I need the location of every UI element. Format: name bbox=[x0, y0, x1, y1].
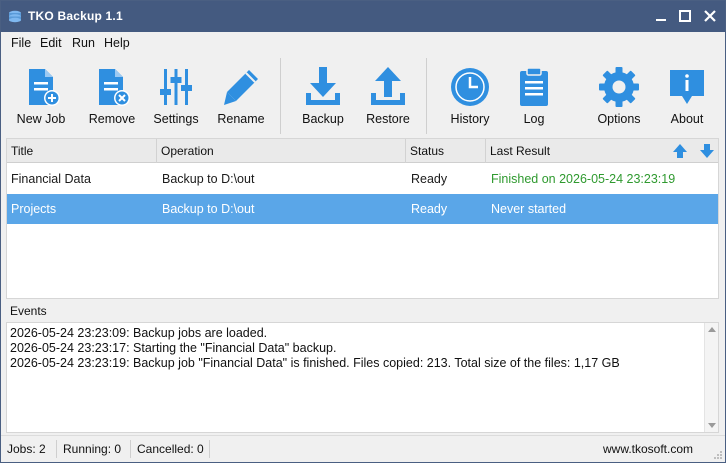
history-button[interactable]: History bbox=[441, 54, 499, 136]
menu-bar: File Edit Run Help bbox=[1, 32, 725, 54]
backup-icon bbox=[306, 67, 340, 105]
history-label: History bbox=[450, 112, 490, 126]
remove-label: Remove bbox=[88, 112, 136, 126]
job-operation: Backup to D:\out bbox=[162, 202, 255, 216]
table-row[interactable]: Financial Data Backup to D:\out Ready Fi… bbox=[7, 164, 718, 194]
table-row-selected[interactable]: Projects Backup to D:\out Ready Never st… bbox=[7, 194, 718, 224]
events-heading: Events bbox=[10, 304, 47, 318]
backup-label: Backup bbox=[302, 112, 344, 126]
close-button[interactable] bbox=[699, 5, 721, 27]
restore-label: Restore bbox=[366, 112, 410, 126]
restore-button[interactable]: Restore bbox=[360, 54, 416, 136]
website-link[interactable]: www.tkosoft.com bbox=[603, 442, 693, 456]
event-line: 2026-05-24 23:23:17: Starting the "Finan… bbox=[10, 341, 337, 355]
jobs-table[interactable]: Title Operation Status Last Result Finan… bbox=[6, 138, 719, 299]
rename-button[interactable]: Rename bbox=[213, 54, 269, 136]
menu-run[interactable]: Run bbox=[72, 36, 95, 50]
window-title: TKO Backup 1.1 bbox=[28, 9, 123, 23]
log-button[interactable]: Log bbox=[509, 54, 559, 136]
maximize-button[interactable] bbox=[674, 5, 696, 27]
status-bar: Jobs: 2 Running: 0 Cancelled: 0 www.tkos… bbox=[1, 435, 725, 462]
status-cancelled: Cancelled: 0 bbox=[137, 442, 204, 456]
options-label: Options bbox=[597, 112, 641, 126]
scroll-down-icon[interactable] bbox=[708, 423, 716, 428]
minimize-button[interactable] bbox=[650, 5, 672, 27]
events-scrollbar[interactable] bbox=[704, 323, 718, 432]
history-icon bbox=[451, 68, 489, 106]
job-operation: Backup to D:\out bbox=[162, 172, 255, 186]
new-job-icon bbox=[29, 69, 60, 106]
job-title: Financial Data bbox=[11, 172, 91, 186]
column-operation[interactable]: Operation bbox=[157, 139, 406, 163]
settings-label: Settings bbox=[153, 112, 199, 126]
job-title: Projects bbox=[11, 202, 57, 216]
column-title[interactable]: Title bbox=[7, 139, 157, 163]
status-running: Running: 0 bbox=[63, 442, 122, 456]
new-job-button[interactable]: New Job bbox=[9, 54, 73, 136]
menu-help[interactable]: Help bbox=[104, 36, 130, 50]
column-status[interactable]: Status bbox=[406, 139, 486, 163]
app-window: TKO Backup 1.1 File Edit Run Help New Jo… bbox=[0, 0, 726, 463]
settings-icon bbox=[160, 69, 192, 105]
remove-button[interactable]: Remove bbox=[85, 54, 139, 136]
toolbar: New Job Remove Settings Rename Backup Re… bbox=[1, 54, 725, 138]
toolbar-separator bbox=[280, 58, 281, 134]
job-status: Ready bbox=[411, 202, 448, 216]
menu-file[interactable]: File bbox=[11, 36, 31, 50]
options-button[interactable]: Options bbox=[590, 54, 648, 136]
menu-edit[interactable]: Edit bbox=[40, 36, 62, 50]
app-icon bbox=[9, 10, 21, 23]
job-status: Ready bbox=[411, 172, 448, 186]
move-down-icon[interactable] bbox=[698, 142, 716, 160]
job-last-result: Never started bbox=[491, 202, 567, 216]
jobs-table-header: Title Operation Status Last Result bbox=[7, 139, 718, 163]
event-line: 2026-05-24 23:23:09: Backup jobs are loa… bbox=[10, 326, 268, 340]
events-log[interactable]: 2026-05-24 23:23:09: Backup jobs are loa… bbox=[6, 322, 719, 433]
backup-button[interactable]: Backup bbox=[295, 54, 351, 136]
restore-icon bbox=[371, 67, 405, 105]
about-button[interactable]: About bbox=[659, 54, 715, 136]
about-icon bbox=[670, 70, 704, 104]
rename-label: Rename bbox=[217, 112, 265, 126]
status-separator bbox=[209, 440, 210, 458]
remove-icon bbox=[99, 69, 130, 106]
toolbar-separator bbox=[426, 58, 427, 134]
about-label: About bbox=[670, 112, 704, 126]
options-icon bbox=[599, 67, 639, 107]
rename-icon bbox=[224, 70, 258, 105]
log-icon bbox=[520, 67, 548, 106]
job-last-result: Finished on 2026-05-24 23:23:19 bbox=[491, 172, 676, 186]
resize-grip-icon[interactable] bbox=[713, 450, 723, 460]
scroll-up-icon[interactable] bbox=[708, 327, 716, 332]
move-up-icon[interactable] bbox=[671, 142, 689, 160]
log-label: Log bbox=[523, 112, 545, 126]
settings-button[interactable]: Settings bbox=[149, 54, 203, 136]
status-separator bbox=[130, 440, 131, 458]
status-jobs: Jobs: 2 bbox=[7, 442, 46, 456]
new-job-label: New Job bbox=[16, 112, 66, 126]
title-bar[interactable]: TKO Backup 1.1 bbox=[1, 1, 725, 32]
status-separator bbox=[56, 440, 57, 458]
event-line: 2026-05-24 23:23:19: Backup job "Financi… bbox=[10, 356, 620, 370]
